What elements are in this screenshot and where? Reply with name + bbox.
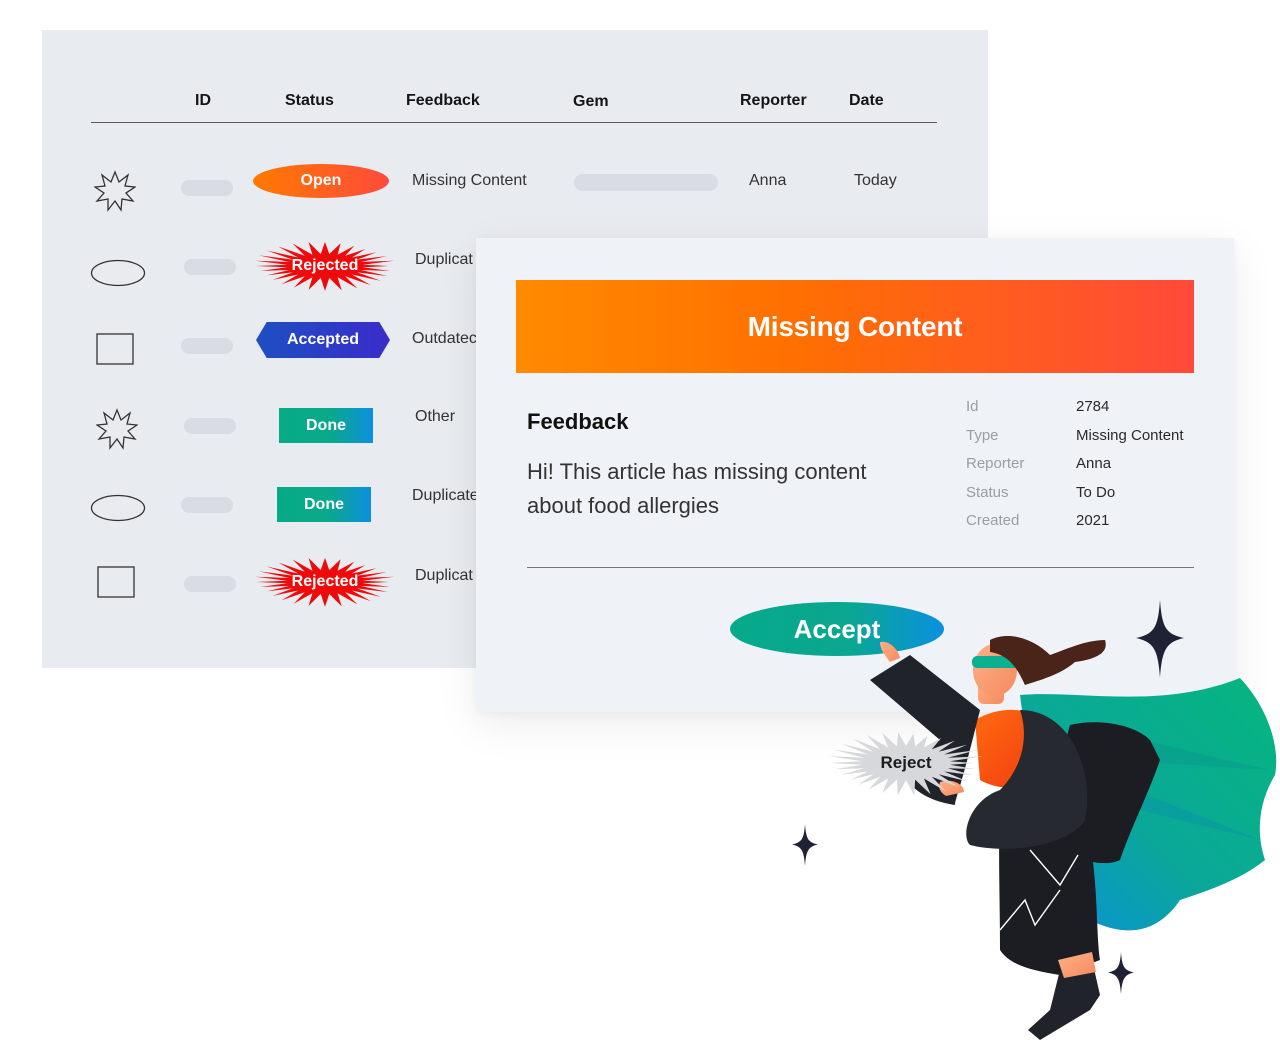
meta-row-created: Created 2021: [966, 512, 1184, 541]
column-header-gem[interactable]: Gem: [573, 93, 609, 111]
column-header-reporter[interactable]: Reporter: [740, 92, 807, 110]
meta-label: Id: [966, 398, 979, 415]
meta-row-id: Id 2784: [966, 398, 1184, 427]
meta-row-reporter: Reporter Anna: [966, 455, 1184, 484]
id-placeholder: [181, 180, 233, 196]
column-header-date[interactable]: Date: [849, 92, 884, 110]
status-badge-accepted[interactable]: Accepted: [256, 322, 390, 358]
sparkle-icon: [1108, 951, 1134, 995]
starburst-icon: [96, 408, 138, 450]
sparkle-icon: [792, 824, 818, 866]
id-placeholder: [184, 418, 236, 434]
card-divider: [527, 567, 1194, 568]
rectangle-icon: [96, 333, 134, 365]
metadata-list: Id 2784 Type Missing Content Reporter An…: [966, 398, 1184, 541]
starburst-icon: [94, 170, 136, 212]
id-placeholder: [181, 338, 233, 354]
gem-placeholder: [574, 174, 718, 191]
status-badge-rejected[interactable]: Rejected: [250, 241, 400, 291]
reject-button[interactable]: Reject: [826, 730, 986, 796]
meta-value: 2021: [1076, 512, 1110, 529]
meta-label: Type: [966, 426, 999, 444]
rectangle-icon: [97, 566, 135, 598]
id-placeholder: [184, 259, 236, 275]
meta-value: To Do: [1076, 483, 1116, 501]
ellipse-icon: [90, 494, 146, 522]
meta-value: 2784: [1076, 398, 1110, 415]
feedback-cell: Missing Content: [412, 172, 527, 189]
feedback-cell: Duplicat: [415, 567, 473, 584]
superhero-illustration: [870, 635, 1277, 1040]
meta-label: Reporter: [966, 455, 1025, 472]
meta-value: Anna: [1076, 455, 1112, 472]
feedback-heading: Feedback: [527, 409, 629, 434]
card-header-banner: Missing Content: [516, 280, 1194, 373]
card-title: Missing Content: [747, 310, 963, 342]
meta-label: Status: [966, 483, 1009, 501]
sparkle-icon: [1136, 600, 1184, 678]
status-badge-done[interactable]: Done: [279, 408, 373, 443]
meta-label: Created: [966, 512, 1020, 529]
date-cell: Today: [854, 172, 897, 189]
column-header-feedback[interactable]: Feedback: [406, 92, 480, 110]
status-badge-rejected[interactable]: Rejected: [250, 557, 400, 607]
id-placeholder: [181, 497, 233, 513]
reporter-cell: Anna: [749, 172, 787, 189]
feedback-cell: Duplicat: [415, 251, 473, 268]
table-row[interactable]: Open Missing Content Anna Today: [42, 152, 988, 212]
feedback-message: Hi! This article has missing content abo…: [527, 459, 867, 518]
status-badge-done[interactable]: Done: [277, 487, 371, 522]
ellipse-icon: [90, 259, 146, 287]
feedback-cell: Outdatec: [412, 330, 477, 347]
feedback-cell: Other: [415, 408, 456, 425]
column-header-status[interactable]: Status: [285, 92, 334, 110]
column-header-id[interactable]: ID: [195, 92, 211, 110]
id-placeholder: [184, 576, 236, 592]
meta-row-status: Status To Do: [966, 484, 1184, 513]
meta-row-type: Type Missing Content: [966, 427, 1184, 456]
feedback-cell: Duplicate: [412, 487, 479, 504]
header-divider: [91, 122, 937, 123]
meta-value: Missing Content: [1076, 426, 1184, 444]
status-badge-open[interactable]: Open: [253, 164, 389, 198]
